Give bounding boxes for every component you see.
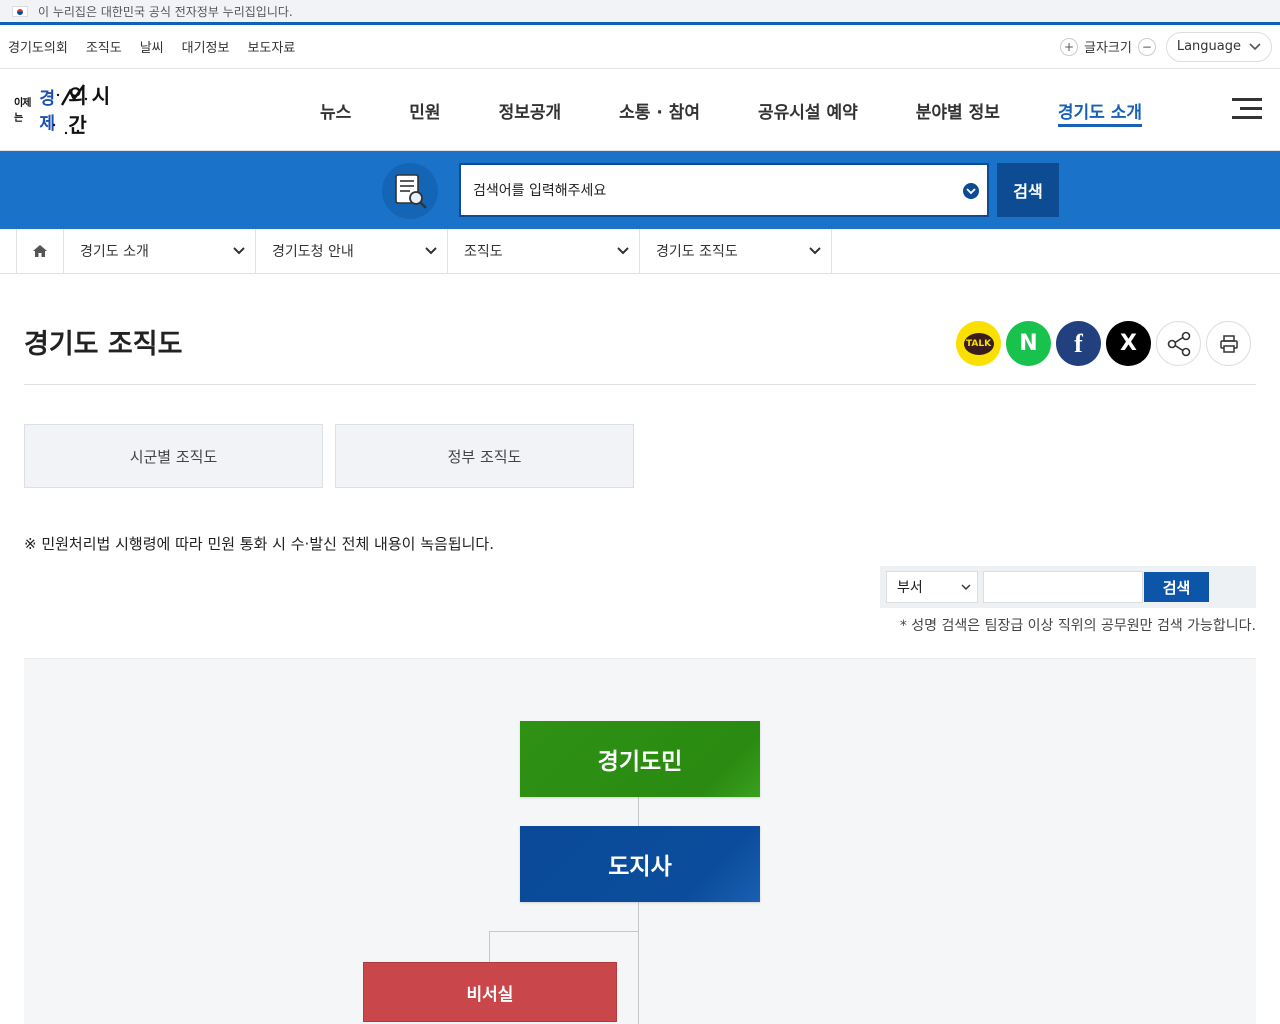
breadcrumb-label: 경기도 소개 — [80, 244, 149, 260]
kakao-share-button[interactable]: TALK — [956, 321, 1001, 366]
gov-banner: 이 누리집은 대한민국 공식 전자정부 누리집입니다. — [0, 0, 1280, 25]
search-placeholder: 검색어를 입력해주세요 — [473, 183, 607, 199]
page-title: 경기도 조직도 — [24, 329, 183, 360]
font-size-label: 글자크기 — [1084, 41, 1132, 56]
org-box-governor[interactable]: 도지사 — [520, 826, 760, 902]
recording-notice: ※ 민원처리법 시행령에 따라 민원 통화 시 수·발신 전체 내용이 녹음됩니… — [24, 535, 494, 553]
util-link-air-quality[interactable]: 대기정보 — [182, 37, 230, 56]
chevron-down-icon — [809, 247, 821, 255]
breadcrumb-level-1[interactable]: 경기도 소개 — [64, 229, 256, 273]
utility-bar: 경기도의회 조직도 날씨 대기정보 보도자료 + 글자크기 − Language — [0, 25, 1280, 69]
dept-search-note: * 성명 검색은 팀장급 이상 직위의 공무원만 검색 가능합니다. — [899, 618, 1256, 634]
title-divider — [24, 384, 1256, 385]
gnb-civil[interactable]: 민원 — [409, 69, 440, 151]
x-icon: X — [1120, 331, 1137, 356]
dept-select-value: 부서 — [897, 580, 923, 596]
dept-search-type-select[interactable]: 부서 — [886, 571, 978, 603]
util-link-weather[interactable]: 날씨 — [140, 37, 164, 56]
site-search-button[interactable]: 검색 — [997, 163, 1059, 217]
connector-line — [489, 931, 639, 932]
util-link-council[interactable]: 경기도의회 — [8, 37, 68, 56]
breadcrumb-label: 경기도청 안내 — [272, 244, 354, 260]
global-nav: 뉴스 민원 정보공개 소통 · 참여 공유시설 예약 분야별 정보 경기도 소개 — [320, 69, 1200, 151]
org-chart: 경기도민 도지사 비서실 — [24, 658, 1256, 1024]
home-icon[interactable] — [16, 229, 64, 273]
org-box-secretariat[interactable]: 비서실 — [363, 962, 617, 1022]
breadcrumb-level-3[interactable]: 조직도 — [448, 229, 640, 273]
kakao-talk-icon: TALK — [963, 332, 994, 355]
facebook-icon: f — [1074, 328, 1083, 358]
font-increase-icon[interactable]: + — [1060, 37, 1078, 56]
breadcrumb-label: 경기도 조직도 — [656, 244, 738, 260]
tab-city-county-org[interactable]: 시군별 조직도 — [24, 424, 323, 488]
dept-search-input[interactable] — [983, 571, 1143, 603]
search-band: 검색어를 입력해주세요 검색 — [0, 151, 1280, 229]
font-decrease-icon[interactable]: − — [1137, 37, 1156, 56]
breadcrumb-label: 조직도 — [464, 244, 503, 260]
chevron-down-icon — [1249, 42, 1261, 50]
connector-line — [489, 931, 490, 963]
logo-sparkle-icon — [52, 84, 88, 135]
korea-flag-icon — [12, 5, 28, 17]
share-icon[interactable] — [1156, 321, 1201, 366]
language-button[interactable]: Language — [1165, 31, 1272, 62]
org-box-citizens[interactable]: 경기도민 — [520, 721, 760, 797]
chevron-down-icon — [617, 247, 629, 255]
x-share-button[interactable]: X — [1106, 321, 1151, 366]
chevron-down-icon — [961, 584, 971, 590]
chevron-down-icon — [425, 247, 437, 255]
breadcrumb-level-4[interactable]: 경기도 조직도 — [640, 229, 832, 273]
facebook-share-button[interactable]: f — [1056, 321, 1101, 366]
site-search-input[interactable]: 검색어를 입력해주세요 — [459, 163, 989, 217]
gnb-participation[interactable]: 소통 · 참여 — [619, 69, 700, 151]
dept-search-button[interactable]: 검색 — [1144, 572, 1209, 602]
language-label: Language — [1176, 39, 1241, 54]
breadcrumb: 경기도 소개 경기도청 안내 조직도 경기도 조직도 — [0, 229, 1280, 274]
search-dropdown-icon[interactable] — [963, 183, 979, 199]
font-size-control: + 글자크기 − — [1060, 37, 1156, 56]
util-link-org-chart[interactable]: 조직도 — [86, 37, 122, 56]
gnb-facility[interactable]: 공유시설 예약 — [758, 69, 858, 151]
naver-share-button[interactable]: N — [1006, 321, 1051, 366]
utility-links: 경기도의회 조직도 날씨 대기정보 보도자료 — [8, 37, 295, 56]
gnb-news[interactable]: 뉴스 — [320, 69, 351, 151]
share-buttons: TALK N f X — [956, 321, 1251, 366]
hamburger-menu-icon[interactable] — [1232, 98, 1262, 120]
print-icon[interactable] — [1206, 321, 1251, 366]
chevron-down-icon — [233, 247, 245, 255]
dept-search-bar: 부서 검색 — [880, 566, 1256, 608]
naver-icon: N — [1019, 331, 1038, 356]
utility-right: + 글자크기 − Language — [1060, 31, 1272, 62]
tab-government-org[interactable]: 정부 조직도 — [335, 424, 634, 488]
document-search-icon — [382, 163, 438, 219]
util-link-press[interactable]: 보도자료 — [247, 37, 295, 56]
gov-banner-text: 이 누리집은 대한민국 공식 전자정부 누리집입니다. — [38, 4, 293, 19]
gnb-info[interactable]: 정보공개 — [499, 69, 562, 151]
main-header: 이제는 경제 의 시간 뉴스 민원 정보공개 소통 · 참여 공유시설 예약 분… — [0, 69, 1280, 151]
site-logo[interactable]: 이제는 경제 의 시간 — [14, 81, 126, 137]
gnb-about[interactable]: 경기도 소개 — [1057, 69, 1143, 151]
gnb-fields[interactable]: 분야별 정보 — [916, 69, 1000, 151]
breadcrumb-level-2[interactable]: 경기도청 안내 — [256, 229, 448, 273]
